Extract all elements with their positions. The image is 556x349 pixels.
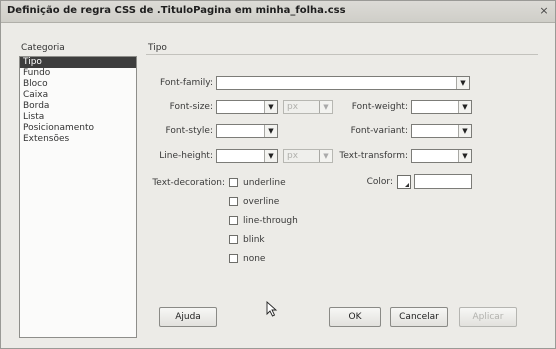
line-height-unit-select[interactable]: px ▼ bbox=[283, 149, 333, 163]
line-height-label: Line-height: bbox=[159, 151, 213, 161]
mouse-pointer-icon bbox=[266, 301, 278, 317]
category-item-posicionamento[interactable]: Posicionamento bbox=[20, 123, 136, 134]
underline-checkbox[interactable] bbox=[229, 178, 238, 187]
line-through-checkbox[interactable] bbox=[229, 216, 238, 225]
text-transform-label: Text-transform: bbox=[339, 151, 408, 161]
overline-checkbox[interactable] bbox=[229, 197, 238, 206]
font-variant-select[interactable]: ▼ bbox=[411, 124, 472, 138]
font-size-unit-value: px bbox=[287, 102, 299, 112]
category-item-bloco[interactable]: Bloco bbox=[20, 79, 136, 90]
font-variant-label: Font-variant: bbox=[350, 126, 408, 136]
color-label: Color: bbox=[366, 177, 393, 187]
font-style-label: Font-style: bbox=[165, 126, 213, 136]
chevron-down-icon[interactable]: ▼ bbox=[264, 101, 277, 113]
css-rule-dialog: Definição de regra CSS de .TituloPagina … bbox=[0, 0, 556, 349]
title-bar[interactable]: Definição de regra CSS de .TituloPagina … bbox=[1, 1, 555, 23]
category-label: Categoria bbox=[21, 43, 65, 53]
chevron-down-icon[interactable]: ▼ bbox=[319, 150, 332, 162]
category-item-tipo[interactable]: Tipo bbox=[20, 57, 136, 68]
help-button[interactable]: Ajuda bbox=[159, 307, 217, 327]
chevron-down-icon[interactable]: ▼ bbox=[458, 125, 471, 137]
line-through-label: line-through bbox=[243, 216, 298, 226]
section-title: Tipo bbox=[148, 43, 167, 53]
dialog-title: Definição de regra CSS de .TituloPagina … bbox=[7, 5, 346, 16]
blink-checkbox[interactable] bbox=[229, 235, 238, 244]
font-size-select[interactable]: ▼ bbox=[216, 100, 278, 114]
chevron-down-icon[interactable]: ▼ bbox=[264, 125, 277, 137]
category-item-extensoes[interactable]: Extensões bbox=[20, 134, 136, 145]
font-size-label: Font-size: bbox=[169, 102, 213, 112]
line-height-unit-value: px bbox=[287, 151, 299, 161]
color-picker-swatch[interactable] bbox=[397, 175, 411, 189]
category-item-borda[interactable]: Borda bbox=[20, 101, 136, 112]
blink-label: blink bbox=[243, 235, 265, 245]
category-item-caixa[interactable]: Caixa bbox=[20, 90, 136, 101]
section-divider bbox=[146, 54, 538, 55]
category-list[interactable]: Tipo Fundo Bloco Caixa Borda Lista Posic… bbox=[19, 56, 137, 338]
font-weight-select[interactable]: ▼ bbox=[411, 100, 472, 114]
cancel-button[interactable]: Cancelar bbox=[390, 307, 448, 327]
font-weight-label: Font-weight: bbox=[351, 102, 408, 112]
chevron-down-icon[interactable]: ▼ bbox=[319, 101, 332, 113]
font-family-label: Font-family: bbox=[160, 78, 213, 88]
font-size-unit-select[interactable]: px ▼ bbox=[283, 100, 333, 114]
chevron-down-icon[interactable]: ▼ bbox=[458, 150, 471, 162]
category-item-lista[interactable]: Lista bbox=[20, 112, 136, 123]
category-item-fundo[interactable]: Fundo bbox=[20, 68, 136, 79]
font-family-select[interactable]: ▼ bbox=[216, 76, 470, 90]
chevron-down-icon[interactable]: ▼ bbox=[456, 77, 469, 89]
line-height-select[interactable]: ▼ bbox=[216, 149, 278, 163]
overline-label: overline bbox=[243, 197, 280, 207]
chevron-down-icon[interactable]: ▼ bbox=[264, 150, 277, 162]
none-checkbox[interactable] bbox=[229, 254, 238, 263]
none-label: none bbox=[243, 254, 266, 264]
text-decoration-label: Text-decoration: bbox=[152, 178, 225, 188]
close-icon[interactable]: × bbox=[537, 4, 551, 18]
apply-button[interactable]: Aplicar bbox=[459, 307, 517, 327]
text-transform-select[interactable]: ▼ bbox=[411, 149, 472, 163]
font-style-select[interactable]: ▼ bbox=[216, 124, 278, 138]
chevron-down-icon[interactable]: ▼ bbox=[458, 101, 471, 113]
ok-button[interactable]: OK bbox=[329, 307, 381, 327]
underline-label: underline bbox=[243, 178, 286, 188]
color-input[interactable] bbox=[414, 174, 472, 189]
